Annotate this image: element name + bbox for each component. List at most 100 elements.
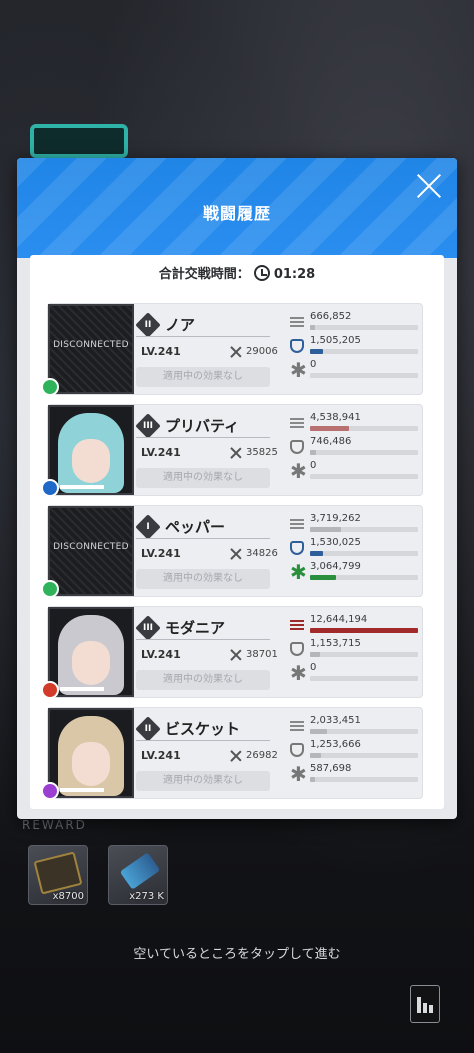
heal-bar — [310, 575, 418, 580]
heal-icon: ✱ — [290, 762, 307, 786]
damage-bar-fill — [310, 628, 418, 633]
damage-icon — [290, 315, 304, 329]
reward-qty: x8700 — [52, 891, 84, 902]
heal-stat: ✱ 0 — [288, 358, 418, 382]
name-divider — [136, 639, 270, 640]
shield-bar-fill — [310, 551, 323, 556]
damage-stat: 12,644,194 — [288, 614, 418, 637]
reward-qty: x273 K — [129, 891, 164, 902]
modal-title: 戦闘履歴 — [202, 204, 271, 223]
rank-label: III — [142, 623, 154, 633]
hp-bar — [60, 485, 104, 489]
rank-label: II — [144, 724, 152, 734]
heal-value: 0 — [310, 460, 317, 471]
card-icon — [33, 851, 83, 895]
character-level: LV.241 — [141, 446, 181, 459]
damage-icon — [290, 618, 304, 632]
combat-power: 35825 — [246, 447, 278, 458]
shield-value: 1,530,025 — [310, 537, 361, 548]
damage-stat: 4,538,941 — [288, 412, 418, 435]
damage-bar — [310, 426, 418, 431]
damage-icon — [290, 517, 304, 531]
shield-stat: 1,530,025 — [288, 537, 418, 560]
damage-stat: 2,033,451 — [288, 715, 418, 738]
effect-status: 適用中の効果なし — [136, 771, 270, 791]
usb-icon — [119, 852, 161, 890]
crossed-swords-icon — [230, 346, 242, 358]
character-portrait: DISCONNECTED — [48, 506, 134, 596]
heal-stat: ✱ 0 — [288, 460, 418, 483]
reward-item-usb[interactable]: x273 K — [108, 845, 168, 905]
damage-value: 4,538,941 — [310, 412, 361, 423]
character-row[interactable]: II ビスケット LV.241 26982 適用中の効果なし 2,033,451 1,253… — [41, 707, 423, 800]
shield-stat: 1,153,715 — [288, 638, 418, 661]
electric-icon — [41, 782, 59, 800]
rank-label: I — [146, 522, 150, 532]
damage-stat: 666,852 — [288, 311, 418, 334]
heal-icon: ✱ — [290, 358, 307, 382]
damage-icon — [290, 719, 304, 733]
heal-icon: ✱ — [290, 560, 307, 584]
character-portrait — [48, 607, 134, 697]
heal-value: 587,698 — [310, 763, 352, 774]
shield-icon — [290, 541, 304, 555]
heal-bar — [310, 676, 418, 681]
damage-icon — [290, 416, 304, 430]
wind-icon — [41, 580, 59, 598]
heal-value: 0 — [310, 359, 317, 370]
stats-button[interactable] — [410, 985, 440, 1023]
shield-value: 1,505,205 — [310, 335, 361, 346]
stats-icon-bar — [429, 1005, 433, 1013]
heal-value: 0 — [310, 662, 317, 673]
heal-value: 3,064,799 — [310, 561, 361, 572]
effect-status: 適用中の効果なし — [136, 569, 270, 589]
heal-stat: ✱ 587,698 — [288, 762, 418, 786]
heal-stat: ✱ 0 — [288, 662, 418, 685]
damage-bar — [310, 527, 418, 532]
damage-bar — [310, 325, 418, 330]
heal-stat: ✱ 3,064,799 — [288, 560, 418, 584]
shield-bar-fill — [310, 450, 317, 455]
character-name: ビスケット — [165, 720, 241, 738]
character-row[interactable]: III モダニア LV.241 38701 適用中の効果なし 12,644,194 1,15… — [41, 606, 423, 699]
shield-icon — [290, 642, 304, 656]
heal-bar — [310, 474, 418, 479]
effect-status: 適用中の効果なし — [136, 468, 270, 488]
combat-time-value: 01:28 — [273, 267, 316, 282]
character-name: ノア — [165, 316, 196, 334]
reward-label: REWARD — [22, 818, 87, 832]
reward-item-card[interactable]: x8700 — [28, 845, 88, 905]
combat-power: 34826 — [246, 548, 278, 559]
character-name: プリバティ — [165, 417, 240, 435]
hp-bar — [60, 788, 104, 792]
combat-power: 38701 — [246, 649, 278, 660]
heal-bar-fill — [310, 575, 336, 580]
stats-icon — [417, 997, 421, 1013]
disconnected-label: DISCONNECTED — [53, 542, 129, 552]
character-row[interactable]: DISCONNECTED II ノア LV.241 29006 適用中の効果なし 666,8… — [41, 303, 423, 396]
heal-bar — [310, 777, 418, 782]
combat-history-modal: 戦闘履歴 合計交戦時間： 01:28 DISCONNECTED II ノア LV.241… — [17, 158, 457, 819]
tap-to-continue-hint[interactable]: 空いているところをタップして進む — [0, 943, 474, 962]
shield-stat: 746,486 — [288, 436, 418, 459]
clock-icon — [253, 265, 270, 281]
water-icon — [41, 479, 59, 497]
damage-bar-fill — [310, 325, 316, 330]
effect-status: 適用中の効果なし — [136, 670, 270, 690]
shield-stat: 1,253,666 — [288, 739, 418, 762]
shield-bar — [310, 652, 418, 657]
character-face — [58, 615, 124, 695]
rank-badge: III — [135, 413, 161, 439]
heal-bar — [310, 373, 418, 378]
shield-bar-fill — [310, 349, 323, 354]
rank-label: III — [142, 421, 154, 431]
rank-badge: II — [135, 312, 161, 338]
heal-bar-fill — [310, 777, 316, 782]
close-icon[interactable] — [415, 172, 443, 200]
character-row[interactable]: III プリバティ LV.241 35825 適用中の効果なし 4,538,941 746,… — [41, 404, 423, 497]
effect-status: 適用中の効果なし — [136, 367, 270, 387]
character-row[interactable]: DISCONNECTED I ペッパー LV.241 34826 適用中の効果なし 3,71… — [41, 505, 423, 598]
rank-badge: III — [135, 615, 161, 641]
crossed-swords-icon — [230, 649, 242, 661]
character-level: LV.241 — [141, 749, 181, 762]
